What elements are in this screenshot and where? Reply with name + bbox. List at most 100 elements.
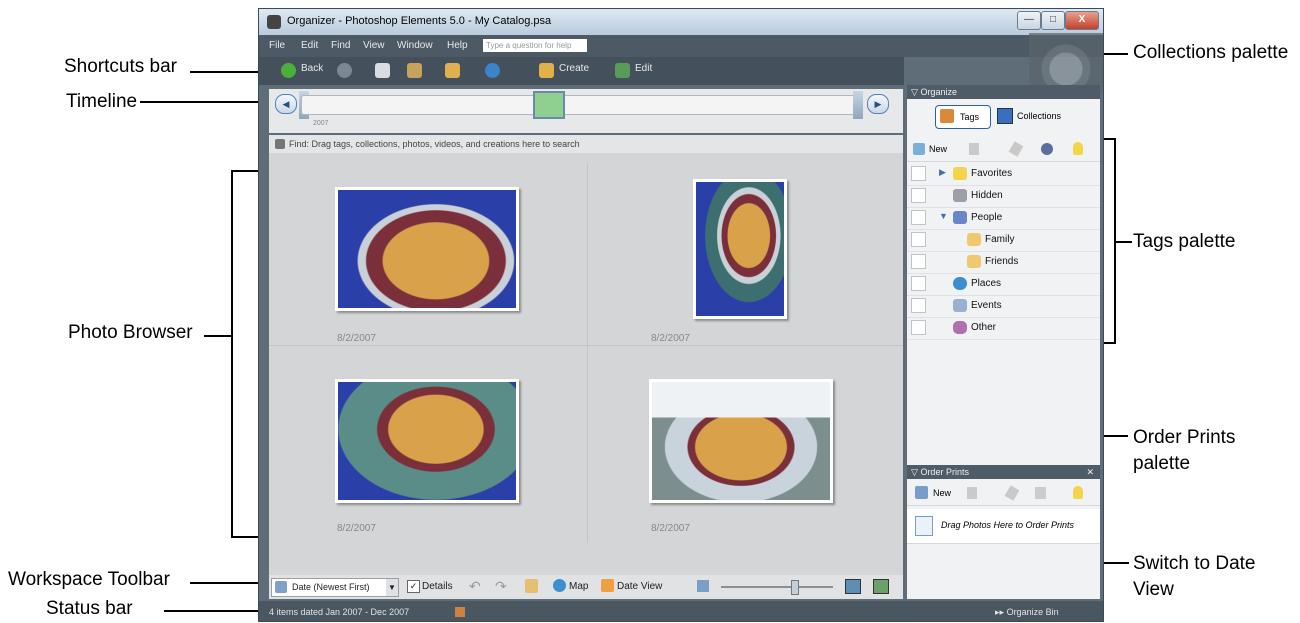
details-checkbox[interactable]: ✓ xyxy=(407,580,420,593)
new-order-button[interactable]: New xyxy=(933,488,951,498)
organize-bin-toggle[interactable]: ▸▸ Organize Bin xyxy=(995,601,1059,621)
callout-order-prints-palette: Order Prints xyxy=(1133,427,1236,448)
tag-row-other[interactable]: Other xyxy=(907,317,1100,340)
collapse-icon[interactable]: ▽ xyxy=(907,87,918,97)
timeline-month-bar[interactable] xyxy=(533,91,565,119)
lightbulb-icon[interactable] xyxy=(1073,142,1083,155)
thumbnail-size-slider[interactable] xyxy=(721,586,833,588)
delete-icon[interactable] xyxy=(969,143,979,155)
tag-row-friends[interactable]: Friends xyxy=(907,251,1100,274)
slider-thumb[interactable] xyxy=(791,580,799,595)
tag-checkbox[interactable] xyxy=(911,320,926,335)
edit-pencil-icon[interactable] xyxy=(1004,485,1020,501)
details-label: Details xyxy=(422,581,453,592)
timeline-track[interactable] xyxy=(301,95,859,115)
expand-arrow-icon[interactable]: ▶ xyxy=(939,167,946,178)
sort-dropdown[interactable]: Date (Newest First) ▼ xyxy=(271,578,399,597)
calendar-icon xyxy=(953,299,967,312)
map-button[interactable]: Map xyxy=(569,581,588,592)
timeline-right-arrow[interactable]: ▶ xyxy=(867,94,889,114)
single-photo-view-icon[interactable] xyxy=(873,579,889,594)
callout-status-bar: Status bar xyxy=(46,598,133,619)
order-prints-header-label: Order Prints xyxy=(920,467,969,477)
new-recipient-icon[interactable] xyxy=(915,486,928,499)
edit-button[interactable]: Edit xyxy=(635,63,652,74)
redo-icon[interactable]: ↷ xyxy=(495,578,507,595)
pie-photo xyxy=(652,382,830,500)
tag-checkbox[interactable] xyxy=(911,210,926,225)
globe-icon[interactable] xyxy=(553,579,566,592)
find-bar-text: Find: Drag tags, collections, photos, vi… xyxy=(289,139,580,149)
tag-checkbox[interactable] xyxy=(911,298,926,313)
collapse-icon[interactable]: ▽ xyxy=(907,467,918,477)
timeline-left-arrow[interactable]: ◀ xyxy=(275,94,297,114)
edit-icon[interactable] xyxy=(615,63,630,78)
share-online-icon[interactable] xyxy=(485,63,500,78)
help-search-input[interactable]: Type a question for help xyxy=(483,39,587,52)
calendar-icon[interactable] xyxy=(601,579,614,592)
timeline-year-label: 2007 xyxy=(313,120,329,127)
tag-checkbox[interactable] xyxy=(911,232,926,247)
photo-thumbnail[interactable] xyxy=(693,179,787,319)
tab-collections[interactable]: Collections xyxy=(993,105,1073,127)
tag-checkbox[interactable] xyxy=(911,166,926,181)
forward-arrow-icon[interactable] xyxy=(337,63,352,78)
close-button[interactable]: X xyxy=(1065,11,1099,30)
minimize-button[interactable]: — xyxy=(1017,11,1041,30)
order-prints-dropzone[interactable]: Drag Photos Here to Order Prints xyxy=(907,509,1100,544)
contacts-icon[interactable] xyxy=(1035,487,1046,499)
tag-checkbox[interactable] xyxy=(911,276,926,291)
tag-row-family[interactable]: Family xyxy=(907,229,1100,252)
callout-line xyxy=(1114,241,1132,243)
photo-thumbnail[interactable] xyxy=(335,379,519,503)
tag-row-places[interactable]: Places xyxy=(907,273,1100,296)
create-icon[interactable] xyxy=(539,63,554,78)
share-photos-icon[interactable] xyxy=(407,63,422,78)
close-icon[interactable]: ✕ xyxy=(1086,465,1094,479)
organizer-window: Organizer - Photoshop Elements 5.0 - My … xyxy=(258,8,1104,622)
small-thumbnails-icon[interactable] xyxy=(697,580,709,592)
maximize-button[interactable]: □ xyxy=(1041,11,1065,30)
shortcuts-bar: Back Create Edit xyxy=(259,57,904,85)
edit-pencil-icon[interactable] xyxy=(1008,141,1024,157)
menu-help[interactable]: Help xyxy=(447,40,468,51)
tag-checkbox[interactable] xyxy=(911,188,926,203)
menu-window[interactable]: Window xyxy=(397,40,433,51)
menu-edit[interactable]: Edit xyxy=(301,40,318,51)
delete-icon[interactable] xyxy=(967,487,977,499)
order-prints-icon[interactable] xyxy=(445,63,460,78)
menu-view[interactable]: View xyxy=(363,40,385,51)
find-bar[interactable]: Find: Drag tags, collections, photos, vi… xyxy=(269,135,903,154)
photo-thumbnail[interactable] xyxy=(335,187,519,311)
lightbulb-icon[interactable] xyxy=(1073,486,1083,499)
date-view-button[interactable]: Date View xyxy=(617,581,662,592)
collapse-arrow-icon[interactable]: ▼ xyxy=(939,211,948,221)
large-thumbnail-icon[interactable] xyxy=(845,579,861,594)
tag-row-people[interactable]: ▼ People xyxy=(907,207,1100,230)
create-button[interactable]: Create xyxy=(559,63,589,74)
back-button[interactable]: Back xyxy=(301,63,323,74)
timeline-end-handle[interactable] xyxy=(853,91,863,119)
new-tag-icon[interactable] xyxy=(913,143,925,155)
tag-checkbox[interactable] xyxy=(911,254,926,269)
tag-row-events[interactable]: Events xyxy=(907,295,1100,318)
sort-label: Date (Newest First) xyxy=(292,582,370,592)
menu-file[interactable]: File xyxy=(269,40,285,51)
timeline: ◀ ▶ 2007 xyxy=(269,89,903,133)
print-icon[interactable] xyxy=(375,63,390,78)
properties-icon[interactable] xyxy=(525,579,538,593)
tag-row-favorites[interactable]: ▶ Favorites xyxy=(907,163,1100,186)
find-faces-icon[interactable] xyxy=(1041,143,1053,155)
photo-thumbnail[interactable] xyxy=(649,379,833,503)
menu-find[interactable]: Find xyxy=(331,40,350,51)
new-tag-button[interactable]: New xyxy=(929,144,947,154)
workspace-toolbar: Date (Newest First) ▼ ✓ Details ↶ ↷ Map … xyxy=(269,575,903,599)
tab-tags[interactable]: Tags xyxy=(935,105,991,129)
tag-row-hidden[interactable]: Hidden xyxy=(907,185,1100,208)
calendar-small-icon[interactable] xyxy=(455,607,465,617)
callout-order-prints-palette-2: palette xyxy=(1133,453,1191,474)
back-arrow-icon[interactable] xyxy=(281,63,296,78)
undo-icon[interactable]: ↶ xyxy=(469,578,481,595)
tag-label: People xyxy=(971,212,1003,223)
chevron-down-icon[interactable]: ▼ xyxy=(386,579,398,596)
